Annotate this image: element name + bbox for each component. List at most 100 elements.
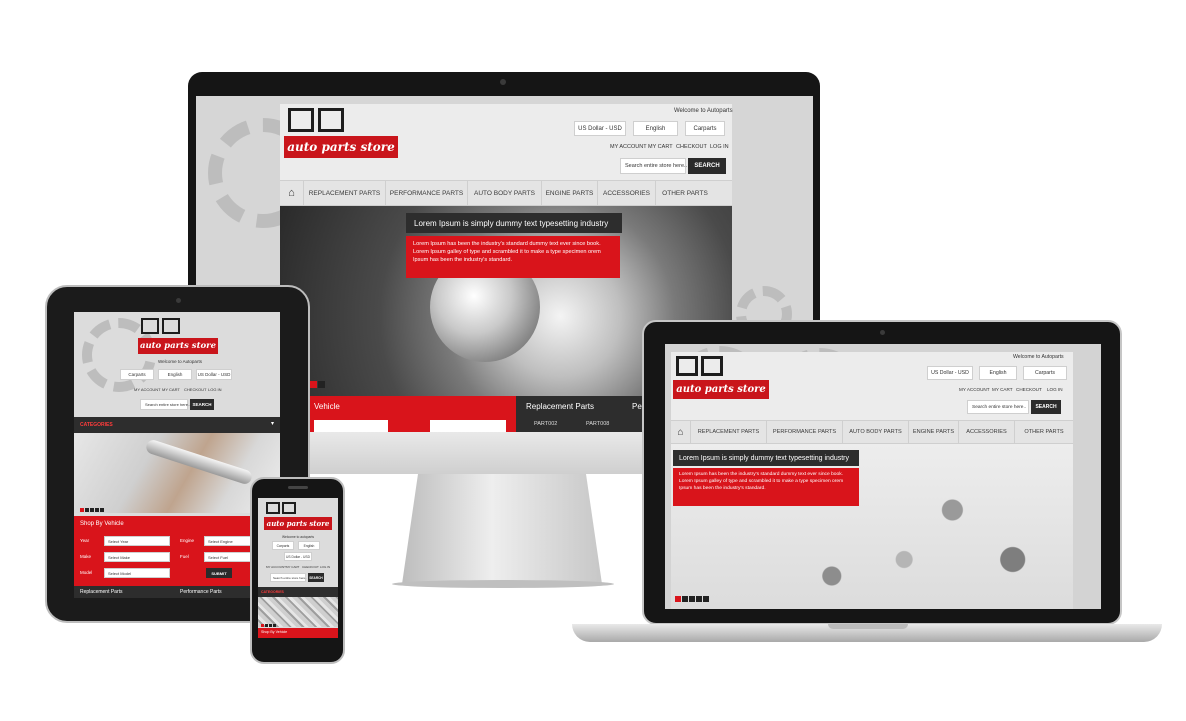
link-my-cart[interactable]: MY CART <box>648 144 673 150</box>
welcome-text: Welcome to Autoparts <box>158 359 202 364</box>
slider-dot[interactable] <box>696 596 702 602</box>
make-select[interactable]: Select Make <box>104 552 170 562</box>
link-log-in[interactable]: LOG IN <box>710 144 729 150</box>
store-select[interactable]: Carparts <box>272 541 294 550</box>
nav-accessories[interactable]: ACCESSORIES <box>598 181 656 205</box>
search-input[interactable]: Search entire store here.. <box>270 573 307 582</box>
vehicle-select-2[interactable] <box>430 420 506 432</box>
slider-dot[interactable] <box>265 624 268 627</box>
part-link-2[interactable]: PART008 <box>586 421 609 427</box>
model-select[interactable]: Select Model <box>104 568 170 578</box>
categories-bar[interactable]: CATEGORIES ▾ <box>74 417 280 433</box>
nav-auto-body-parts[interactable]: AUTO BODY PARTS <box>843 421 909 443</box>
wrench-image <box>144 438 254 486</box>
nav-accessories[interactable]: ACCESSORIES <box>959 421 1015 443</box>
slider-dot[interactable] <box>675 596 681 602</box>
logo-text: auto parts store <box>284 136 398 158</box>
laptop-screen: auto parts store Welcome to Autoparts US… <box>665 344 1101 609</box>
link-checkout[interactable]: CHECKOUT <box>302 565 319 569</box>
vehicle-select-1[interactable] <box>314 420 388 432</box>
part-link-1[interactable]: PART002 <box>534 421 557 427</box>
slider-dot[interactable] <box>261 624 264 627</box>
nav-replacement-parts[interactable]: REPLACEMENT PARTS <box>691 421 767 443</box>
link-my-account[interactable]: MY ACCOUNT <box>266 565 286 569</box>
categories-bar[interactable]: CATEGORIES <box>258 587 338 597</box>
logo-text: auto parts store <box>673 380 769 399</box>
store-select[interactable]: Carparts <box>685 121 725 136</box>
search-button[interactable]: SEARCH <box>308 573 324 582</box>
language-select[interactable]: English <box>298 541 320 550</box>
currency-select[interactable]: US Dollar - USD <box>284 552 312 561</box>
hero-caption-title: Lorem Ipsum is simply dummy text typeset… <box>673 450 859 466</box>
language-select[interactable]: English <box>633 121 678 136</box>
slider-dot[interactable] <box>80 508 84 512</box>
nav-auto-body-parts[interactable]: AUTO BODY PARTS <box>468 181 542 205</box>
link-my-cart[interactable]: MY CART <box>992 387 1013 392</box>
slider-dot[interactable] <box>318 381 325 388</box>
site-logo[interactable]: auto parts store <box>673 356 769 400</box>
year-select[interactable]: Select Year <box>104 536 170 546</box>
phone-logo[interactable]: auto parts store <box>264 502 332 532</box>
nav-engine-parts[interactable]: ENGINE PARTS <box>542 181 598 205</box>
link-my-account[interactable]: MY ACCOUNT <box>134 387 161 392</box>
slider-dot[interactable] <box>90 508 94 512</box>
slider-dot[interactable] <box>95 508 99 512</box>
link-checkout[interactable]: CHECKOUT <box>676 144 707 150</box>
search-button[interactable]: SEARCH <box>190 399 214 410</box>
slider-dots[interactable] <box>261 624 276 627</box>
slider-dots[interactable] <box>80 508 104 512</box>
nav-replacement-parts[interactable]: REPLACEMENT PARTS <box>304 181 386 205</box>
language-select[interactable]: English <box>979 366 1017 380</box>
slider-dot[interactable] <box>682 596 688 602</box>
slider-dot[interactable] <box>100 508 104 512</box>
search-button[interactable]: SEARCH <box>1031 400 1061 414</box>
link-my-cart[interactable]: MY CART <box>286 565 299 569</box>
currency-select[interactable]: US Dollar - USD <box>927 366 973 380</box>
slider-dots[interactable] <box>310 381 325 388</box>
welcome-text: Welcome to Autoparts <box>674 108 733 114</box>
search-input[interactable]: Search entire store here.. <box>140 399 190 410</box>
logo-mark-icon <box>288 108 314 132</box>
link-my-cart[interactable]: MY CART <box>162 387 180 392</box>
slider-dot[interactable] <box>689 596 695 602</box>
store-select[interactable]: Carparts <box>1023 366 1067 380</box>
search-button[interactable]: SEARCH <box>688 158 726 174</box>
main-nav: ⌂ REPLACEMENT PARTS PERFORMANCE PARTS AU… <box>671 420 1073 444</box>
model-label: Model <box>80 570 93 575</box>
link-log-in[interactable]: LOG IN <box>320 565 330 569</box>
nav-other-parts[interactable]: OTHER PARTS <box>656 181 714 205</box>
slider-dot[interactable] <box>310 381 317 388</box>
language-select[interactable]: English <box>158 369 192 380</box>
store-select[interactable]: Carparts <box>120 369 154 380</box>
link-log-in[interactable]: LOG IN <box>1047 387 1063 392</box>
slider-dots[interactable] <box>675 596 709 602</box>
nav-performance-parts[interactable]: PERFORMANCE PARTS <box>767 421 843 443</box>
nav-other-parts[interactable]: OTHER PARTS <box>1015 421 1073 443</box>
tablet-logo[interactable]: auto parts store <box>138 318 218 356</box>
slider-dot[interactable] <box>273 624 276 627</box>
home-icon[interactable]: ⌂ <box>671 421 691 443</box>
slider-dot[interactable] <box>269 624 272 627</box>
site-logo[interactable]: auto parts store <box>284 108 400 160</box>
slider-dot[interactable] <box>703 596 709 602</box>
link-log-in[interactable]: LOG IN <box>208 387 222 392</box>
slider-dot[interactable] <box>85 508 89 512</box>
link-my-account[interactable]: MY ACCOUNT <box>610 144 647 150</box>
link-checkout[interactable]: CHECKOUT <box>184 387 206 392</box>
laptop-notch <box>828 624 908 629</box>
vehicle-panel: Vehicle <box>308 396 516 432</box>
nav-performance-parts[interactable]: PERFORMANCE PARTS <box>386 181 468 205</box>
submit-button[interactable]: SUBMIT <box>206 568 232 578</box>
nav-engine-parts[interactable]: ENGINE PARTS <box>909 421 959 443</box>
link-checkout[interactable]: CHECKOUT <box>1016 387 1042 392</box>
hero-caption-body: Lorem Ipsum has been the industry's stan… <box>673 468 859 506</box>
search-input[interactable]: Search entire store here.. <box>967 400 1029 414</box>
phone-speaker <box>288 486 308 489</box>
link-my-account[interactable]: MY ACCOUNT <box>959 387 990 392</box>
home-icon[interactable]: ⌂ <box>280 181 304 205</box>
chevron-down-icon: ▾ <box>270 421 274 427</box>
search-input[interactable]: Search entire store here.. <box>620 158 687 174</box>
logo-mark-icon <box>141 318 159 334</box>
currency-select[interactable]: US Dollar - USD <box>196 369 232 380</box>
currency-select[interactable]: US Dollar - USD <box>574 121 626 136</box>
